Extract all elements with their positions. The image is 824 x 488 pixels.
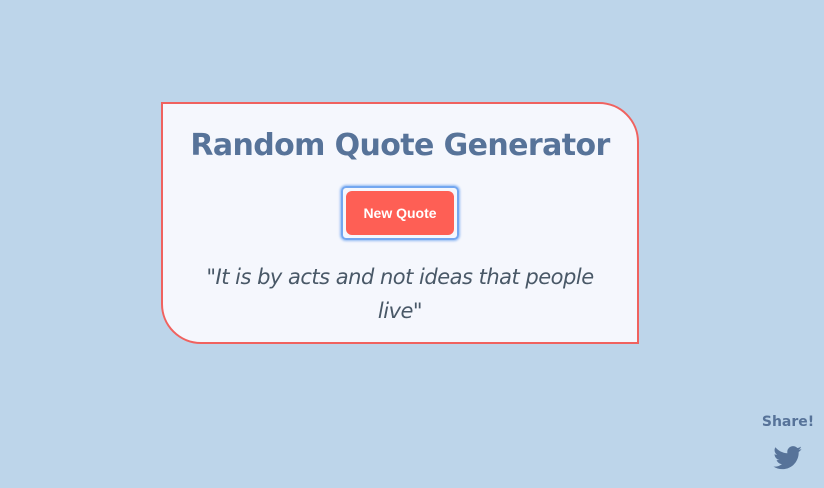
quote-text: "It is by acts and not ideas that people… bbox=[206, 265, 594, 323]
new-quote-button[interactable]: New Quote bbox=[346, 191, 454, 235]
page-title: Random Quote Generator bbox=[190, 128, 610, 163]
quote-card: Random Quote Generator New Quote "It is … bbox=[161, 102, 639, 344]
twitter-bird-glyph bbox=[773, 446, 802, 470]
twitter-icon[interactable] bbox=[773, 446, 803, 470]
share-label: Share! bbox=[761, 414, 815, 430]
